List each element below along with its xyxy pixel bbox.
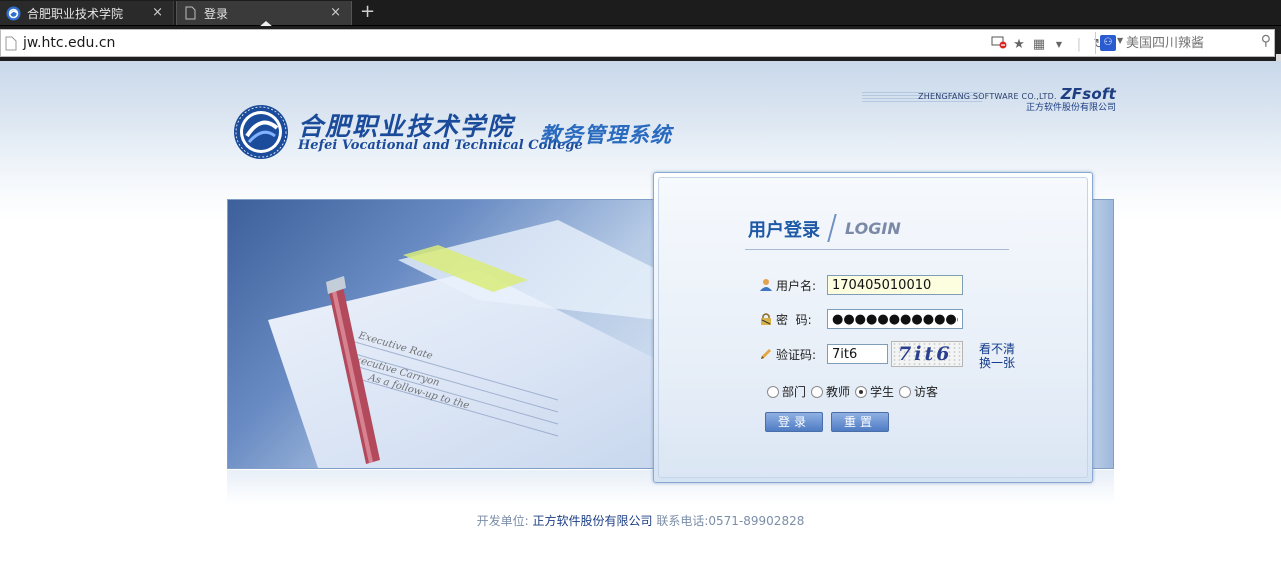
login-title-en: LOGIN [845,219,901,238]
footer-dev-label: 开发单位: [476,514,529,528]
address-tools: ★ ▦ ▼ | ↻ [991,34,1107,54]
page-icon [5,36,17,51]
role-radio-teacher[interactable]: 教师 [811,383,850,400]
refresh-line-2: 换一张 [979,356,1016,370]
captcha-label: 验证码: [776,347,817,362]
login-title: 用户登录 [748,220,820,241]
username-label: 用户名: [776,278,817,293]
document-pen-illustration: Executive Rate Executive Carryon As a fo… [268,220,658,468]
search-engine-icon[interactable]: ⚇ [1100,35,1116,51]
page-icon [183,6,198,21]
role-label: 教师 [826,385,851,399]
captcha-image-text: 7it6 [898,343,953,365]
title-divider [827,214,837,242]
tab-hfzy[interactable]: 合肥职业技术学院 × [0,1,174,25]
pencil-icon [761,349,771,359]
site-favicon-icon [6,6,21,21]
lock-icon [761,313,771,325]
reset-button[interactable]: 重置 [831,412,889,432]
search-input[interactable] [1126,34,1254,52]
password-input[interactable] [827,309,963,329]
username-input[interactable] [827,275,963,295]
vendor-logo: ZHENGFANG SOFTWARE CO.,LTD. ZFsoft 正方软件股… [862,83,1116,115]
role-radio-visitor[interactable]: 访客 [899,383,938,400]
captcha-image[interactable]: 7it6 [891,341,963,367]
role-selector: 部门 教师 学生 访客 [767,383,943,400]
footer: 开发单位: 正方软件股份有限公司 联系电话:0571-89902828 [0,512,1281,529]
password-label: 密 码: [776,312,812,327]
chevron-down-icon[interactable]: ▼ [1117,36,1123,45]
radio-button[interactable] [899,385,912,398]
login-button[interactable]: 登录 [765,412,823,432]
address-bar[interactable]: jw.htc.edu.cn ★ ▦ ▼ | ↻ ⚇ ▼ ⚲ [0,29,1275,57]
star-icon[interactable]: ★ [1011,37,1027,52]
tab-label: 合肥职业技术学院 [27,6,124,21]
title-rule [745,249,1009,250]
radio-button[interactable] [855,385,868,398]
browser-tab-bar: 合肥职业技术学院 × 登录 × + [0,0,1281,27]
role-radio-student[interactable]: 学生 [855,383,894,400]
refresh-captcha-link[interactable]: 看不清 换一张 [979,342,1015,370]
username-row: 用户名: [759,274,816,296]
vendor-cn: 正方软件股份有限公司 [1025,103,1116,113]
address-bar-area: jw.htc.edu.cn ★ ▦ ▼ | ↻ ⚇ ▼ ⚲ [0,26,1281,84]
captcha-row: 验证码: [759,343,816,365]
tab-close-icon[interactable]: × [152,5,163,20]
system-name: 教务管理系统 [540,123,672,147]
radio-button[interactable] [767,385,779,398]
divider: | [1076,36,1082,52]
role-label: 学生 [870,385,895,399]
captcha-input[interactable] [827,344,888,364]
footer-company: 正方软件股份有限公司 [532,514,653,528]
role-label: 访客 [914,385,939,399]
qr-code-icon[interactable]: ▦ [1031,37,1047,52]
login-panel: 用户登录 LOGIN 用户名: 密 码: 验证码: [653,172,1093,483]
url-text[interactable]: jw.htc.edu.cn [23,35,115,51]
search-icon[interactable]: ⚲ [1261,33,1271,49]
new-tab-button[interactable]: + [360,2,375,22]
school-emblem-icon [234,105,288,159]
login-panel-inner: 用户登录 LOGIN 用户名: 密 码: 验证码: [658,177,1088,478]
search-box: ⚇ ▼ ⚲ [1095,32,1273,54]
role-label: 部门 [782,385,807,399]
banner-photo: Executive Rate Executive Carryon As a fo… [228,200,658,468]
login-page: ZHENGFANG SOFTWARE CO.,LTD. ZFsoft 正方软件股… [0,61,1281,583]
tab-label: 登录 [204,6,229,21]
role-radio-department[interactable]: 部门 [767,383,806,400]
radio-button[interactable] [811,385,824,398]
block-popup-icon[interactable] [991,35,1007,53]
refresh-line-1: 看不清 [979,342,1016,356]
footer-phone: 联系电话:0571-89902828 [656,514,805,528]
user-icon [760,279,772,291]
chevron-down-icon[interactable]: ▼ [1051,40,1067,49]
tab-close-icon[interactable]: × [330,5,341,20]
password-row: 密 码: [759,308,812,330]
